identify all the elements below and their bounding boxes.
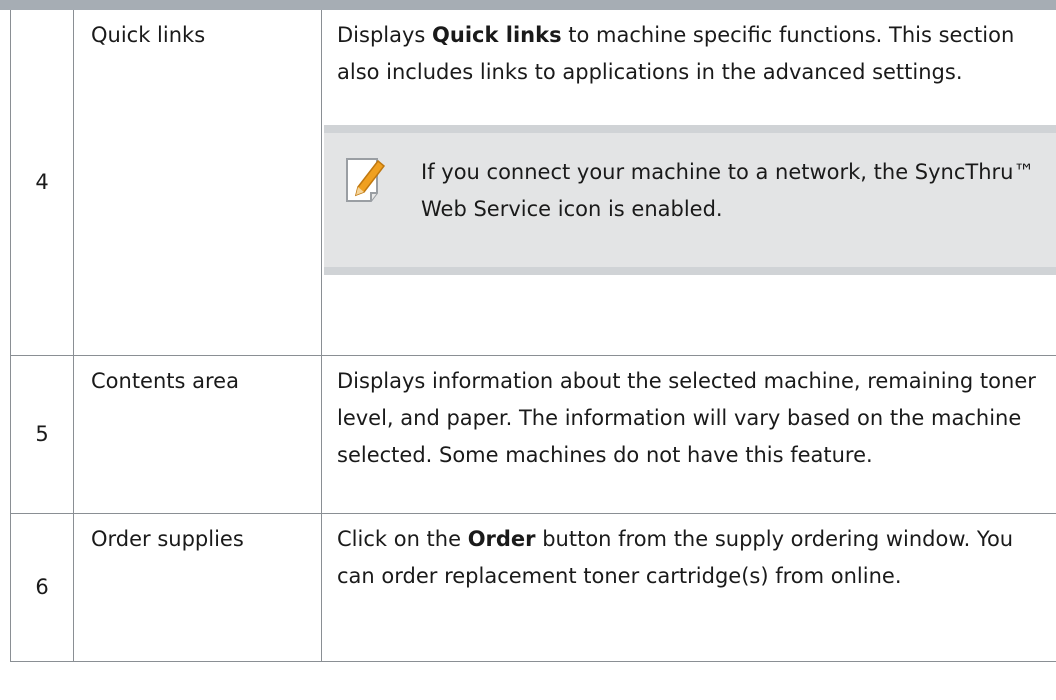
- feature-table: 4 Quick links Displays Quick links to ma…: [10, 10, 1056, 662]
- row-name: Quick links: [73, 10, 322, 356]
- row-number: 5: [10, 355, 74, 514]
- manual-page: 4 Quick links Displays Quick links to ma…: [0, 0, 1056, 700]
- table-row: 5 Contents area Displays information abo…: [10, 355, 1056, 514]
- note-box: If you connect your machine to a network…: [324, 125, 1056, 275]
- note-pencil-icon: [344, 156, 388, 204]
- row-description: Click on the Order button from the suppl…: [321, 513, 1056, 662]
- row-number: 6: [10, 513, 74, 662]
- description-text: Displays Quick links to machine specific…: [337, 17, 1056, 91]
- table-row: 4 Quick links Displays Quick links to ma…: [10, 10, 1056, 356]
- row-name: Contents area: [73, 355, 322, 514]
- description-text-start: Click on the: [337, 527, 468, 551]
- description-bold-term: Quick links: [432, 23, 562, 47]
- description-bold-term: Order: [467, 527, 536, 551]
- header-rule: [0, 0, 1056, 10]
- note-text: If you connect your machine to a network…: [421, 160, 1035, 221]
- row-number: 4: [10, 10, 74, 356]
- table-row: 6 Order supplies Click on the Order butt…: [10, 513, 1056, 662]
- row-name: Order supplies: [73, 513, 322, 662]
- description-text-start: Displays: [337, 23, 433, 47]
- row-description: Displays Quick links to machine specific…: [321, 10, 1056, 356]
- row-description: Displays information about the selected …: [321, 355, 1056, 514]
